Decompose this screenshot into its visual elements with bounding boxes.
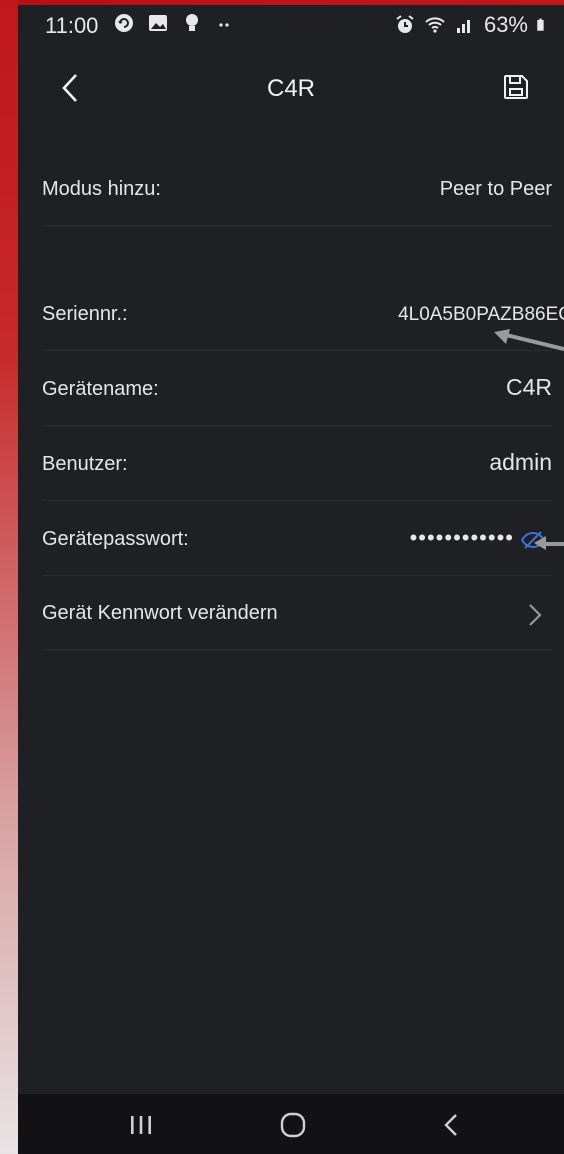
- bulb-icon: [186, 14, 198, 31]
- more-dots-icon: [219, 23, 229, 27]
- row-device-name[interactable]: Gerätename: C4R: [42, 351, 552, 426]
- status-left-icons: [113, 12, 237, 34]
- gallery-icon: [149, 15, 167, 31]
- status-right-icons: 63%: [394, 12, 550, 38]
- back-icon[interactable]: [432, 1108, 472, 1142]
- row-user[interactable]: Benutzer: admin: [42, 426, 552, 501]
- wifi-icon: [425, 17, 445, 33]
- user-value: admin: [489, 449, 552, 475]
- row-mode: Modus hinzu: Peer to Peer: [42, 151, 552, 226]
- status-bar: 11:00 63%: [18, 5, 564, 43]
- battery-icon: [537, 18, 544, 31]
- change-password-label: Gerät Kennwort verändern: [42, 602, 278, 624]
- navigation-bar: [18, 1094, 564, 1154]
- chevron-right-icon[interactable]: [528, 603, 542, 627]
- row-password[interactable]: Gerätepasswort: ••••••••••••: [42, 501, 552, 576]
- eye-off-icon[interactable]: [520, 529, 546, 551]
- user-label: Benutzer:: [42, 453, 128, 475]
- home-icon[interactable]: [273, 1108, 313, 1142]
- serial-value: 4L0A5B0PAZB86EC: [398, 304, 564, 325]
- save-icon[interactable]: [502, 73, 530, 101]
- mode-label: Modus hinzu:: [42, 178, 161, 200]
- row-serial: Seriennr.: 4L0A5B0PAZB86EC: [42, 276, 564, 351]
- row-change-password[interactable]: Gerät Kennwort verändern: [42, 575, 552, 650]
- recent-apps-icon[interactable]: [121, 1108, 161, 1142]
- status-time: 11:00: [45, 13, 99, 38]
- battery-percent: 63%: [483, 12, 528, 37]
- signal-icon: [456, 20, 470, 33]
- page-title: C4R: [266, 75, 315, 102]
- password-label: Gerätepasswort:: [42, 528, 189, 550]
- serial-label: Seriennr.:: [42, 303, 128, 325]
- mode-value: Peer to Peer: [439, 178, 552, 200]
- password-value: ••••••••••••: [409, 525, 514, 550]
- alarm-icon: [396, 15, 414, 33]
- app-header: C4R: [18, 45, 564, 125]
- left-edge: [0, 0, 18, 1154]
- sync-icon: [115, 14, 133, 32]
- device-name-label: Gerätename:: [42, 378, 159, 400]
- device-name-value: C4R: [505, 374, 552, 400]
- phone-screen: 11:00 63% C4R Modus hinzu: Peer to Peer …: [18, 5, 564, 1154]
